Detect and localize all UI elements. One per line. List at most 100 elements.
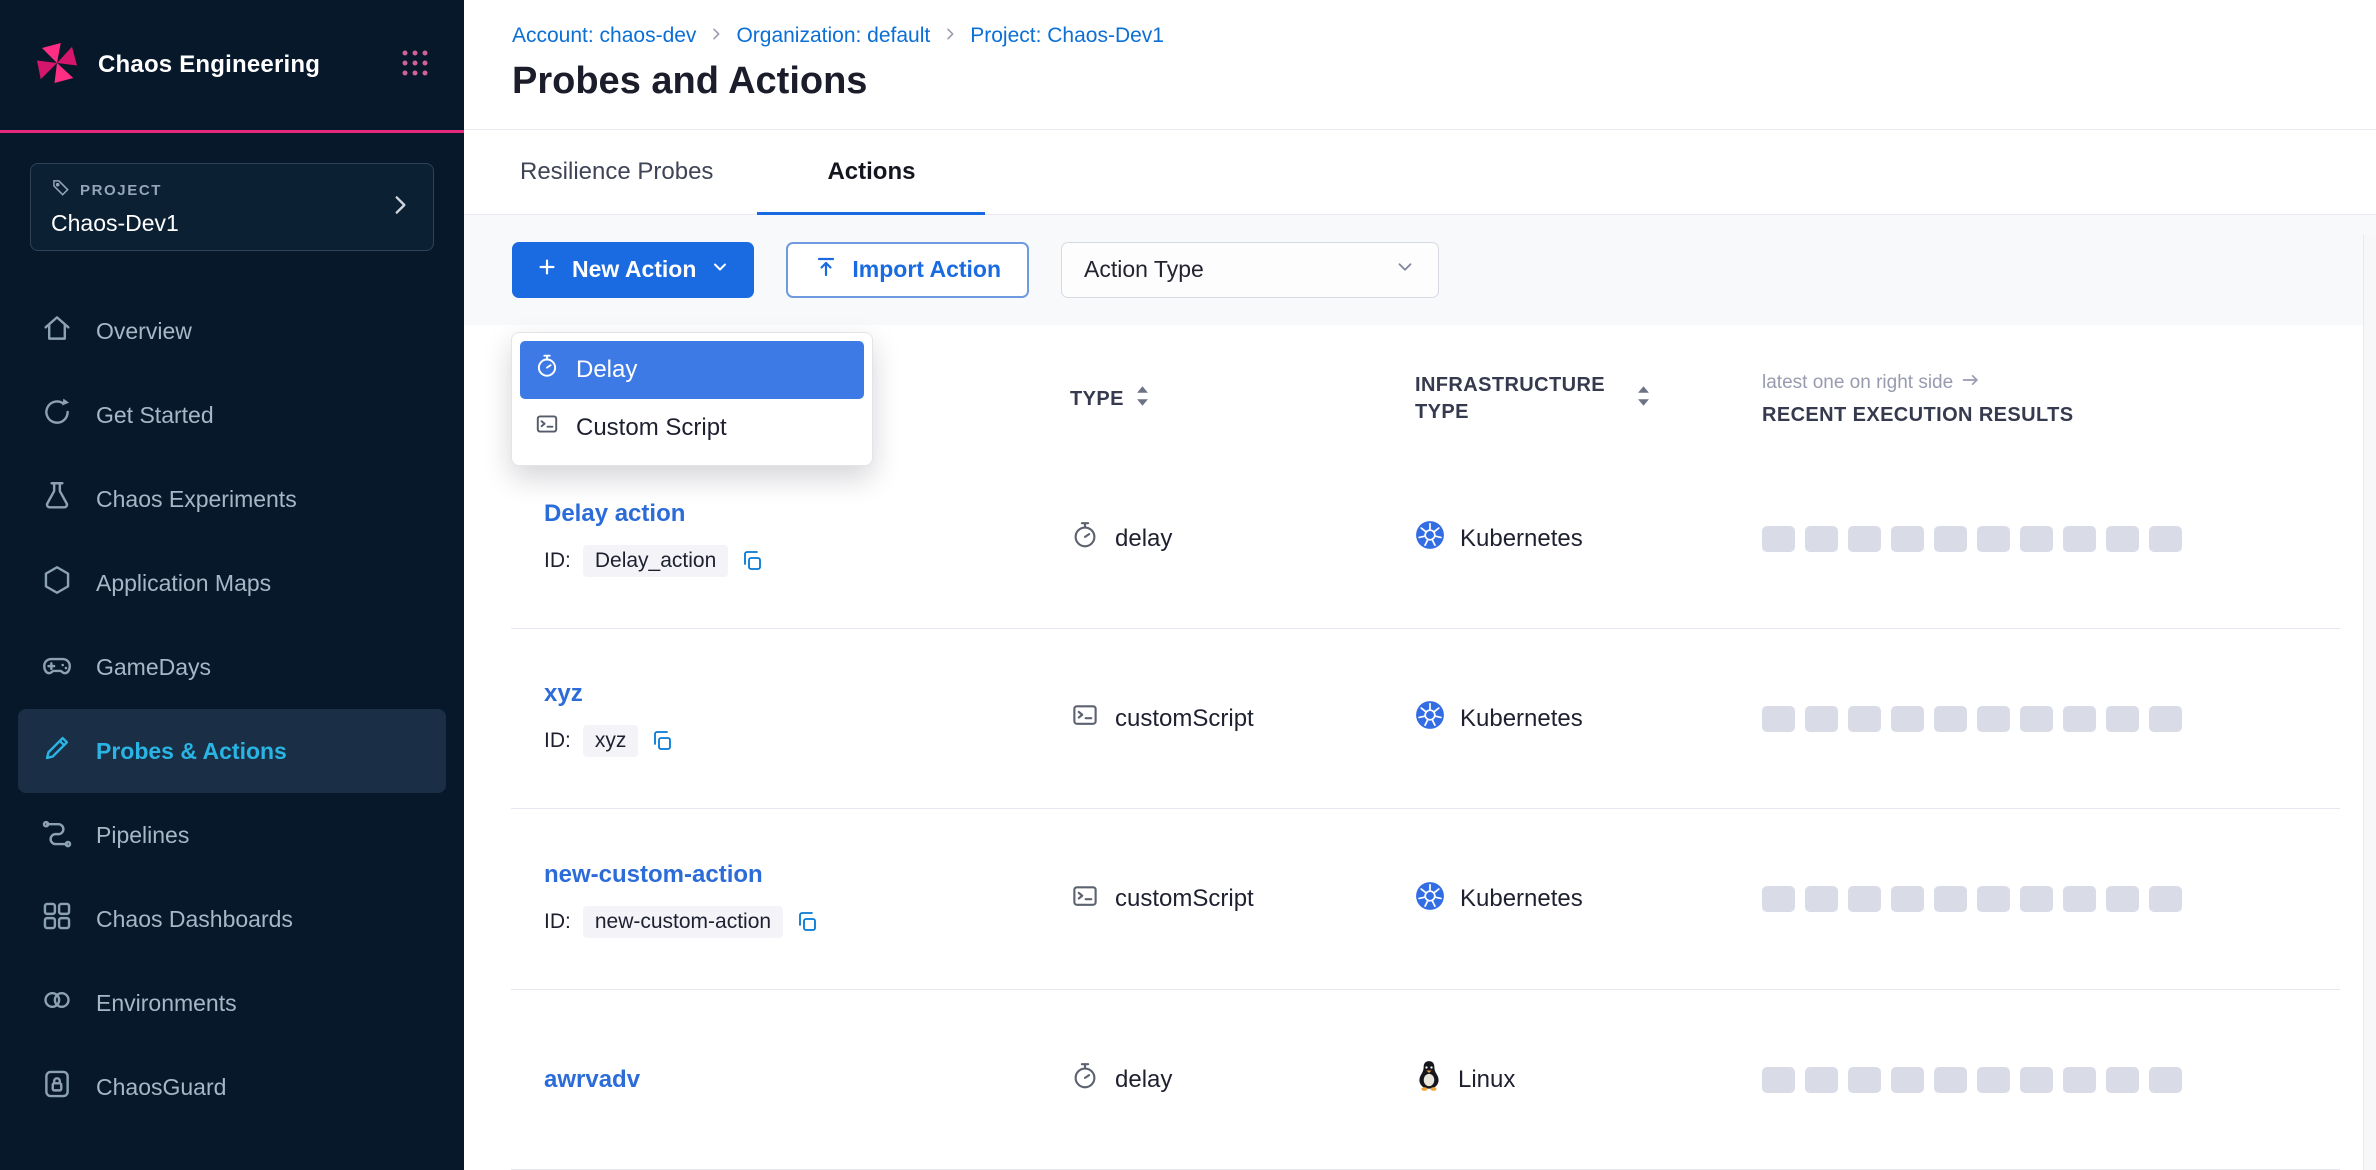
execution-results	[1762, 526, 2341, 552]
sidebar-item-pipelines[interactable]: Pipelines	[18, 793, 446, 877]
menu-item-delay[interactable]: Delay	[520, 341, 864, 399]
action-type-text: customScript	[1115, 885, 1254, 913]
execution-result-placeholder	[1977, 706, 2010, 732]
script-icon	[1070, 700, 1100, 737]
sidebar-item-environments[interactable]: Environments	[18, 961, 446, 1045]
execution-result-placeholder	[2149, 706, 2182, 732]
sidebar-item-get-started[interactable]: Get Started	[18, 373, 446, 457]
execution-result-placeholder	[1762, 1067, 1795, 1093]
action-type-cell: delay	[1070, 520, 1415, 557]
tab-actions[interactable]: Actions	[757, 130, 985, 214]
action-name-link[interactable]: new-custom-action	[544, 861, 1070, 889]
tab-resilience-probes[interactable]: Resilience Probes	[512, 130, 757, 214]
project-selector[interactable]: PROJECT Chaos-Dev1	[30, 163, 434, 251]
chevron-right-icon	[708, 24, 724, 48]
execution-result-placeholder	[1848, 526, 1881, 552]
action-id-chip: new-custom-action	[583, 906, 783, 938]
execution-result-placeholder	[1977, 1067, 2010, 1093]
action-type-select[interactable]: Action Type	[1061, 242, 1439, 298]
execution-result-placeholder	[1934, 886, 1967, 912]
sort-icon[interactable]	[1637, 385, 1650, 413]
column-infrastructure: INFRASTRUCTURE TYPE	[1415, 372, 1762, 426]
action-type-cell: customScript	[1070, 881, 1415, 918]
pipeline-icon	[40, 815, 74, 855]
execution-result-placeholder	[2020, 706, 2053, 732]
execution-result-placeholder	[2149, 526, 2182, 552]
copy-icon[interactable]	[650, 729, 674, 753]
upload-icon	[814, 255, 838, 285]
script-icon	[1070, 881, 1100, 918]
sort-icon[interactable]	[1136, 385, 1149, 413]
action-name-cell: Delay action ID: Delay_action	[512, 500, 1070, 577]
execution-result-placeholder	[2063, 1067, 2096, 1093]
plus-icon	[536, 256, 558, 284]
brand: Chaos Engineering	[32, 38, 320, 93]
execution-result-placeholder	[1762, 706, 1795, 732]
infrastructure-cell: Linux	[1415, 1060, 1762, 1099]
sidebar-item-chaos-experiments[interactable]: Chaos Experiments	[18, 457, 446, 541]
execution-result-placeholder	[1891, 526, 1924, 552]
breadcrumb-project[interactable]: Project: Chaos-Dev1	[970, 24, 1164, 48]
execution-result-placeholder	[2063, 886, 2096, 912]
action-name-link[interactable]: awrvadv	[544, 1066, 1070, 1094]
sidebar-header: Chaos Engineering	[0, 0, 464, 133]
stopwatch-icon	[1070, 520, 1100, 557]
sidebar-item-label: Chaos Dashboards	[96, 906, 293, 933]
tab-bar: Resilience Probes Actions	[464, 130, 2376, 215]
sidebar-item-overview[interactable]: Overview	[18, 289, 446, 373]
column-type-label: TYPE	[1070, 388, 1124, 411]
chevron-down-icon	[710, 256, 730, 283]
project-meta: PROJECT Chaos-Dev1	[51, 178, 179, 237]
app-window: Chaos Engineering PROJECT	[0, 0, 2376, 1170]
execution-result-placeholder	[1805, 706, 1838, 732]
action-id-line: ID: new-custom-action	[544, 906, 1070, 938]
tag-icon	[51, 178, 71, 203]
execution-result-placeholder	[1977, 526, 2010, 552]
sidebar-item-chaosguard[interactable]: ChaosGuard	[18, 1045, 446, 1129]
menu-item-custom-script[interactable]: Custom Script	[520, 399, 864, 457]
page-header: Account: chaos-dev Organization: default…	[464, 0, 2376, 130]
execution-result-placeholder	[1977, 886, 2010, 912]
sidebar-item-label: Probes & Actions	[96, 738, 287, 765]
action-name-link[interactable]: xyz	[544, 680, 1070, 708]
execution-result-placeholder	[1848, 1067, 1881, 1093]
infrastructure-text: Linux	[1458, 1066, 1515, 1094]
copy-icon[interactable]	[740, 549, 764, 573]
execution-result-placeholder	[1848, 706, 1881, 732]
sidebar-item-probes-actions[interactable]: Probes & Actions	[18, 709, 446, 793]
column-type: TYPE	[1070, 385, 1415, 413]
new-action-button[interactable]: New Action	[512, 242, 754, 298]
action-name-link[interactable]: Delay action	[544, 500, 1070, 528]
execution-result-placeholder	[1805, 526, 1838, 552]
sidebar-item-label: Chaos Experiments	[96, 486, 297, 513]
execution-result-placeholder	[2106, 1067, 2139, 1093]
sidebar-item-chaos-dashboards[interactable]: Chaos Dashboards	[18, 877, 446, 961]
action-type-text: delay	[1115, 1066, 1172, 1094]
execution-result-placeholder	[1848, 886, 1881, 912]
toolbar: New Action Import Action Action Type	[464, 215, 2376, 325]
module-grid-icon[interactable]	[400, 48, 430, 83]
infrastructure-cell: Kubernetes	[1415, 700, 1762, 737]
stopwatch-icon	[1070, 1061, 1100, 1098]
sidebar-item-gamedays[interactable]: GameDays	[18, 625, 446, 709]
infrastructure-text: Kubernetes	[1460, 525, 1583, 553]
execution-results	[1762, 1067, 2341, 1093]
flask-icon	[40, 479, 74, 519]
action-id-chip: xyz	[583, 725, 639, 757]
environments-icon	[40, 983, 74, 1023]
scrollbar[interactable]	[2363, 235, 2376, 1170]
project-name: Chaos-Dev1	[51, 210, 179, 237]
execution-result-placeholder	[1934, 706, 1967, 732]
sidebar-item-application-maps[interactable]: Application Maps	[18, 541, 446, 625]
execution-results	[1762, 886, 2341, 912]
import-action-button[interactable]: Import Action	[786, 242, 1029, 298]
dashboard-grid-icon	[40, 899, 74, 939]
execution-result-placeholder	[1891, 886, 1924, 912]
script-icon	[534, 411, 560, 444]
new-action-menu: Delay Custom Script	[511, 332, 873, 466]
arrow-right-icon	[1961, 372, 1981, 394]
action-name-cell: awrvadv	[512, 1066, 1070, 1094]
breadcrumb-account[interactable]: Account: chaos-dev	[512, 24, 696, 48]
copy-icon[interactable]	[795, 910, 819, 934]
breadcrumb-organization[interactable]: Organization: default	[736, 24, 930, 48]
